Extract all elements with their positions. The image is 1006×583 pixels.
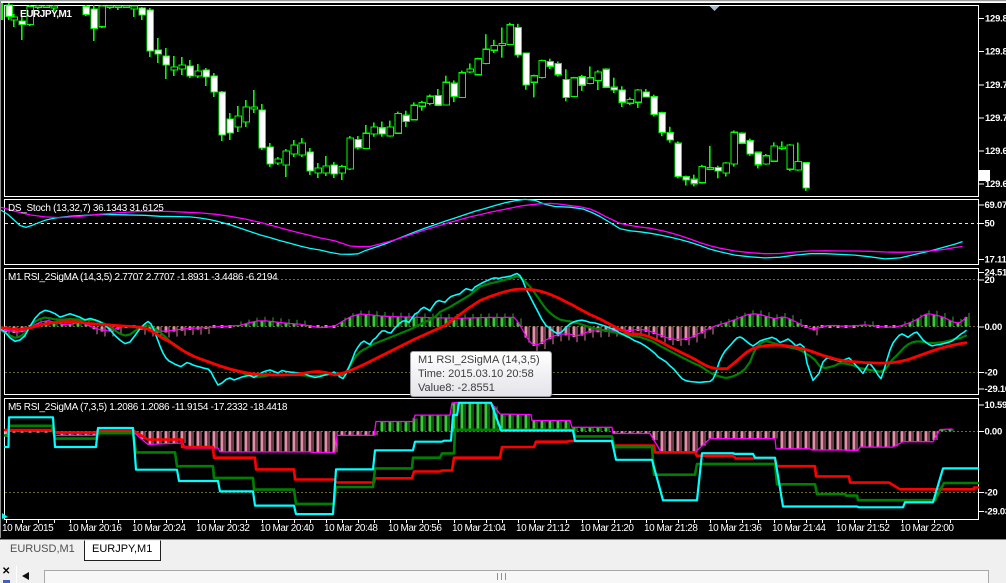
svg-text:10 Mar 20:24: 10 Mar 20:24 <box>132 523 186 534</box>
svg-text:10 Mar 21:36: 10 Mar 21:36 <box>708 523 762 534</box>
svg-text:M1 RSI_2SigMA (14,3,5) 2.7707: M1 RSI_2SigMA (14,3,5) 2.7707 2.7707 -1.… <box>8 272 278 283</box>
svg-text:10.59: 10.59 <box>985 400 1006 411</box>
svg-text:M5 RSI_2SigMA (7,3,5) 1.2086 1: M5 RSI_2SigMA (7,3,5) 1.2086 1.2086 -11.… <box>8 402 288 413</box>
svg-text:10 Mar 20:16: 10 Mar 20:16 <box>68 523 122 534</box>
svg-text:DS_Stoch (13,32,7) 36.1343 31.: DS_Stoch (13,32,7) 36.1343 31.6125 <box>8 203 164 214</box>
svg-text:10 Mar 20:32: 10 Mar 20:32 <box>196 523 250 534</box>
svg-text:17.11: 17.11 <box>985 255 1006 266</box>
svg-text:129.800: 129.800 <box>985 47 1006 58</box>
svg-text:-29.10: -29.10 <box>985 384 1006 395</box>
svg-text:10 Mar 22:00: 10 Mar 22:00 <box>900 523 954 534</box>
svg-text:EURJPY,M1: EURJPY,M1 <box>20 9 72 20</box>
svg-text:129.700: 129.700 <box>985 113 1006 124</box>
svg-text:10 Mar 21:20: 10 Mar 21:20 <box>580 523 634 534</box>
svg-text:129.850: 129.850 <box>985 14 1006 25</box>
svg-text:20: 20 <box>985 275 995 286</box>
svg-text:129.650: 129.650 <box>985 146 1006 157</box>
svg-text:10 Mar 21:44: 10 Mar 21:44 <box>772 523 826 534</box>
svg-text:10 Mar 20:56: 10 Mar 20:56 <box>388 523 442 534</box>
svg-text:0.00: 0.00 <box>985 426 1003 437</box>
svg-text:10 Mar 20:48: 10 Mar 20:48 <box>324 523 378 534</box>
svg-text:10 Mar 2015: 10 Mar 2015 <box>2 523 54 534</box>
svg-text:0.00: 0.00 <box>985 322 1003 333</box>
svg-text:-20: -20 <box>985 488 998 499</box>
svg-text:129.750: 129.750 <box>985 80 1006 91</box>
svg-text:-29.03: -29.03 <box>985 506 1006 517</box>
svg-text:-20: -20 <box>985 367 998 378</box>
svg-text:69.07: 69.07 <box>985 200 1006 211</box>
svg-text:10 Mar 21:52: 10 Mar 21:52 <box>836 523 890 534</box>
svg-text:10 Mar 21:12: 10 Mar 21:12 <box>516 523 570 534</box>
svg-text:10 Mar 21:28: 10 Mar 21:28 <box>644 523 698 534</box>
svg-text:50: 50 <box>985 219 995 230</box>
svg-text:10 Mar 20:40: 10 Mar 20:40 <box>260 523 314 534</box>
svg-text:10 Mar 21:04: 10 Mar 21:04 <box>452 523 506 534</box>
